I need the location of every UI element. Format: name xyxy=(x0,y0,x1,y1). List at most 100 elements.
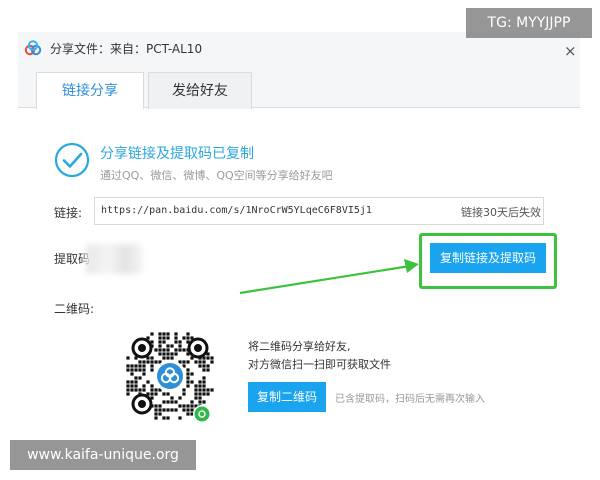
qr-module xyxy=(198,388,202,392)
qr-module xyxy=(162,356,166,360)
qr-module xyxy=(134,380,138,384)
qr-module xyxy=(174,332,178,336)
qr-module xyxy=(194,396,198,400)
qr-module xyxy=(158,348,162,352)
qr-module xyxy=(182,360,186,364)
qr-module xyxy=(202,368,206,372)
tab-link-share[interactable]: 链接分享 xyxy=(36,72,144,109)
qr-module xyxy=(190,372,194,376)
qr-module xyxy=(174,348,178,352)
qr-module xyxy=(134,368,138,372)
qr-module xyxy=(182,336,186,340)
qr-module xyxy=(150,332,154,336)
link-field[interactable]: https://pan.baidu.com/s/1NroCrW5YLqeC6F8… xyxy=(94,197,544,225)
qr-module xyxy=(150,384,154,388)
qr-module xyxy=(142,388,146,392)
qr-module xyxy=(186,384,190,388)
qr-module xyxy=(210,360,214,364)
qr-module xyxy=(198,400,202,404)
qr-module xyxy=(186,372,190,376)
qr-module xyxy=(158,336,162,340)
qr-note: 已含提取码，扫码后无需再次输入 xyxy=(335,394,485,405)
qr-module xyxy=(150,360,154,364)
qr-module xyxy=(186,332,190,336)
watermark-site: www.kaifa-unique.org xyxy=(10,440,196,470)
qr-module xyxy=(154,360,158,364)
qr-module xyxy=(142,368,146,372)
qr-module xyxy=(142,372,146,376)
qr-module xyxy=(178,396,182,400)
qr-module xyxy=(158,408,162,412)
qr-module xyxy=(154,404,158,408)
qr-module xyxy=(138,376,142,380)
qr-tip-line-1: 将二维码分享给好友, xyxy=(248,340,351,353)
tab-bar: 链接分享 发给好友 xyxy=(18,64,580,109)
share-dialog: 分享文件：来自：PCT-AL10 × 链接分享 发给好友 分享链接及提取码已复制… xyxy=(18,22,580,460)
qr-module xyxy=(198,392,202,396)
qr-module xyxy=(150,392,154,396)
qr-module xyxy=(158,344,162,348)
baidu-pan-icon xyxy=(24,40,42,56)
qr-share-tip: 将二维码分享给好友, 对方微信扫一扫即可获取文件 xyxy=(248,338,391,374)
qr-module xyxy=(134,364,138,368)
qr-module xyxy=(134,384,138,388)
qr-module xyxy=(162,336,166,340)
qr-module xyxy=(186,368,190,372)
qr-module xyxy=(130,372,134,376)
qr-module xyxy=(202,384,206,388)
qr-module xyxy=(174,336,178,340)
window-title: 分享文件：来自：PCT-AL10 xyxy=(50,42,203,56)
qr-module xyxy=(154,416,158,420)
qr-module xyxy=(194,388,198,392)
close-icon[interactable]: × xyxy=(564,44,577,59)
copy-qr-button[interactable]: 复制二维码 xyxy=(248,382,326,412)
link-url[interactable]: https://pan.baidu.com/s/1NroCrW5YLqeC6F8… xyxy=(101,205,372,216)
qr-module xyxy=(198,396,202,400)
qr-module xyxy=(126,364,130,368)
qr-module xyxy=(142,360,146,364)
copy-link-and-code-button[interactable]: 复制链接及提取码 xyxy=(430,243,546,273)
qr-module xyxy=(146,380,150,384)
qr-module xyxy=(194,384,198,388)
qr-module xyxy=(198,364,202,368)
qr-module xyxy=(202,364,206,368)
qr-module xyxy=(202,392,206,396)
qr-module xyxy=(142,364,146,368)
success-subtitle: 通过QQ、微信、微博、QQ空间等分享给好友吧 xyxy=(100,169,333,182)
qr-module xyxy=(138,368,142,372)
qr-label: 二维码: xyxy=(54,302,95,316)
qr-module xyxy=(166,416,170,420)
link-expire-text: 链接30天后失效 xyxy=(461,206,541,219)
qr-module xyxy=(134,376,138,380)
qr-module xyxy=(194,392,198,396)
qr-module xyxy=(170,356,174,360)
qr-module xyxy=(186,408,190,412)
qr-module xyxy=(130,384,134,388)
qr-module xyxy=(174,400,178,404)
qr-finder-dot xyxy=(194,344,202,352)
qr-module xyxy=(202,360,206,364)
qr-module xyxy=(166,348,170,352)
qr-module xyxy=(158,404,162,408)
code-label: 提取码 xyxy=(54,252,91,266)
tab-send-to-friend[interactable]: 发给好友 xyxy=(148,72,252,109)
qr-module xyxy=(170,344,174,348)
qr-module xyxy=(210,388,214,392)
qr-module xyxy=(138,388,142,392)
check-circle-icon xyxy=(54,142,90,178)
code-value-blurred xyxy=(86,244,142,274)
qr-module xyxy=(162,332,166,336)
qr-module xyxy=(186,376,190,380)
watermark-tg: TG: MYYJJPP xyxy=(466,8,592,38)
qr-module xyxy=(126,388,130,392)
qr-module xyxy=(142,384,146,388)
qr-module xyxy=(158,412,162,416)
qr-module xyxy=(166,400,170,404)
qr-module xyxy=(126,356,130,360)
qr-module xyxy=(126,384,130,388)
qr-module xyxy=(206,364,210,368)
qr-module xyxy=(154,348,158,352)
qr-module xyxy=(158,340,162,344)
qr-module xyxy=(174,340,178,344)
qr-module xyxy=(130,388,134,392)
